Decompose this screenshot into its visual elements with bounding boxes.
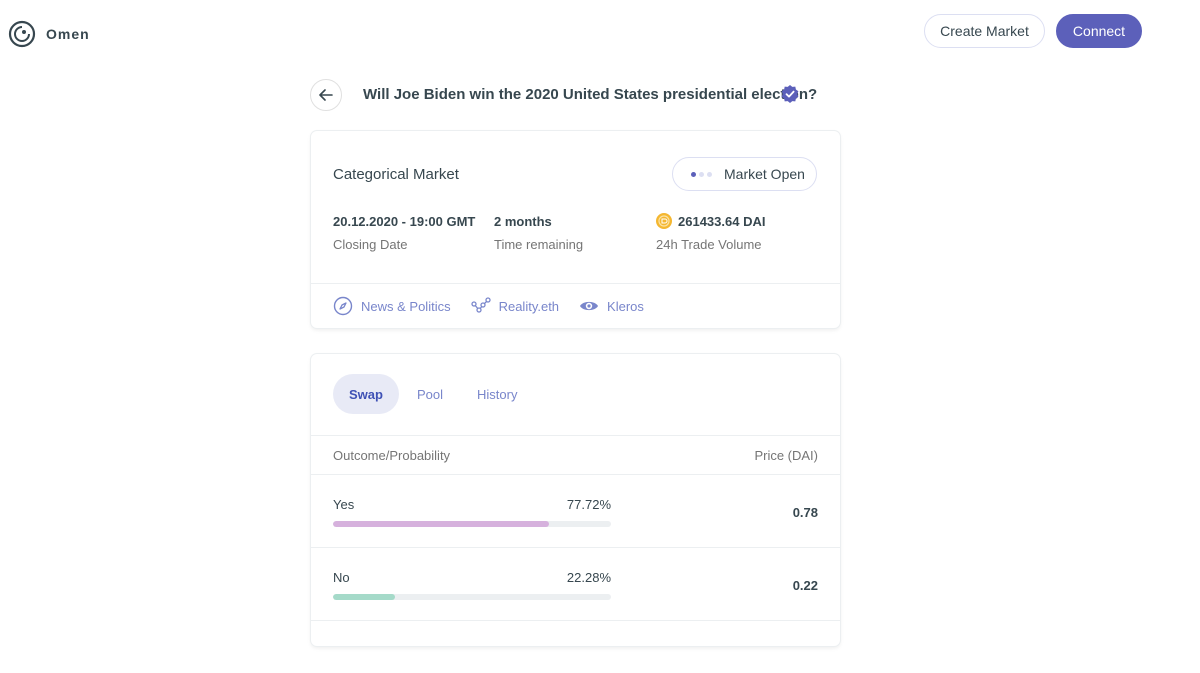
tag-kleros[interactable]: Kleros bbox=[579, 296, 644, 316]
column-price: Price (DAI) bbox=[754, 448, 818, 463]
verified-badge-icon bbox=[781, 85, 799, 103]
eye-icon bbox=[580, 301, 599, 311]
graph-icon bbox=[470, 297, 491, 313]
time-remaining-label: Time remaining bbox=[494, 237, 584, 252]
tag-label: News & Politics bbox=[361, 298, 451, 314]
probability-bar-fill bbox=[333, 594, 395, 600]
market-title: Will Joe Biden win the 2020 United State… bbox=[363, 86, 818, 103]
tab-pool[interactable]: Pool bbox=[401, 374, 459, 414]
time-remaining-stat: 2 months Time remaining bbox=[494, 213, 584, 253]
trade-tabs: Swap Pool History bbox=[333, 374, 535, 414]
compass-icon bbox=[333, 296, 353, 316]
outcomes-table-header: Outcome/Probability Price (DAI) bbox=[311, 436, 840, 475]
time-remaining-value: 2 months bbox=[494, 213, 552, 229]
outcome-price: 0.78 bbox=[792, 505, 818, 520]
closing-date-stat: 20.12.2020 - 19:00 GMT Closing Date bbox=[333, 213, 476, 253]
trade-volume-row: 261433.64 DAI bbox=[656, 213, 765, 229]
trade-card: Swap Pool History Outcome/Probability Pr… bbox=[311, 354, 840, 646]
connect-button[interactable]: Connect bbox=[1056, 14, 1142, 48]
outcome-row-yes[interactable]: Yes 77.72% 0.78 bbox=[311, 475, 840, 548]
omen-logo-icon bbox=[8, 20, 36, 48]
market-status-badge: Market Open bbox=[672, 157, 817, 191]
logo-text: Omen bbox=[46, 26, 90, 42]
logo[interactable]: Omen bbox=[8, 20, 90, 48]
tab-swap[interactable]: Swap bbox=[333, 374, 399, 414]
probability-bar bbox=[333, 521, 611, 527]
tab-history[interactable]: History bbox=[461, 374, 533, 414]
market-tags: News & Politics Reality.eth Kleros bbox=[333, 296, 644, 316]
table-divider bbox=[311, 620, 840, 621]
tag-label: Reality.eth bbox=[498, 298, 560, 314]
outcome-probability: 22.28% bbox=[566, 570, 611, 585]
card-divider bbox=[311, 283, 840, 284]
create-market-button[interactable]: Create Market bbox=[924, 14, 1045, 48]
trade-volume-value: 261433.64 DAI bbox=[678, 213, 766, 229]
outcome-name: Yes bbox=[333, 497, 355, 512]
market-status-label: Market Open bbox=[724, 166, 805, 182]
tag-reality-eth[interactable]: Reality.eth bbox=[470, 296, 560, 316]
arrow-left-icon bbox=[319, 89, 333, 101]
column-outcome-probability: Outcome/Probability bbox=[333, 448, 451, 463]
tag-label: Kleros bbox=[607, 298, 644, 314]
tag-news-politics[interactable]: News & Politics bbox=[333, 296, 451, 316]
outcome-price: 0.22 bbox=[792, 578, 818, 593]
trade-volume-label: 24h Trade Volume bbox=[656, 237, 762, 252]
status-dots-icon bbox=[691, 171, 712, 177]
market-info-card: Categorical Market Market Open 20.12.202… bbox=[311, 131, 840, 328]
outcome-probability: 77.72% bbox=[566, 497, 611, 512]
page: Omen Create Market Connect Will Joe Bide… bbox=[0, 0, 1200, 673]
outcome-row-no[interactable]: No 22.28% 0.22 bbox=[311, 548, 840, 621]
trade-volume-stat: 261433.64 DAI 24h Trade Volume bbox=[656, 213, 765, 252]
back-button[interactable] bbox=[310, 79, 342, 111]
market-type: Categorical Market bbox=[333, 166, 459, 183]
probability-bar bbox=[333, 594, 611, 600]
dai-coin-icon bbox=[656, 213, 672, 229]
closing-date-label: Closing Date bbox=[333, 237, 408, 252]
outcome-name: No bbox=[333, 570, 350, 585]
closing-date-value: 20.12.2020 - 19:00 GMT bbox=[333, 213, 476, 229]
probability-bar-fill bbox=[333, 521, 550, 527]
